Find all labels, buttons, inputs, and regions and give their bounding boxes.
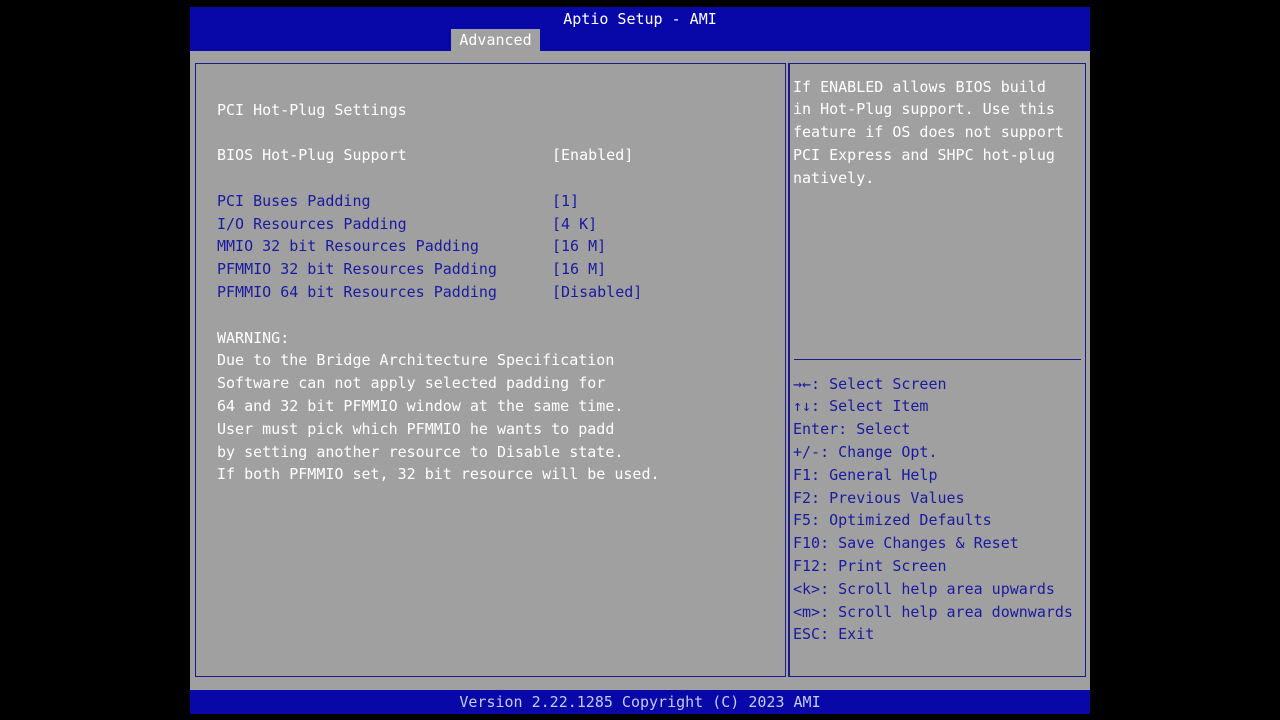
- help-text: PCI Express and SHPC hot-plug: [793, 146, 1055, 164]
- bios-screen: Aptio Setup - AMI Advanced PCI Hot-Plug …: [190, 7, 1090, 714]
- setting-label[interactable]: I/O Resources Padding: [217, 213, 407, 236]
- tab-advanced[interactable]: Advanced: [451, 29, 540, 51]
- key-hint: Enter: Select: [793, 420, 911, 439]
- section-title: PCI Hot-Plug Settings: [217, 100, 407, 119]
- warning-text: WARNING:: [217, 328, 290, 347]
- version-footer: Version 2.22.1285 Copyright (C) 2023 AMI: [190, 690, 1090, 714]
- key-hint: <k>: Scroll help area upwards: [793, 579, 1055, 598]
- setting-value[interactable]: [16 M]: [552, 235, 606, 258]
- help-text: feature if OS does not support: [793, 123, 1064, 142]
- help-text: If ENABLED allows BIOS build: [793, 77, 1046, 96]
- settings-panel: PCI Hot-Plug Settings BIOS Hot-Plug Suppo…: [195, 63, 786, 677]
- setting-value[interactable]: [4 K]: [552, 213, 597, 236]
- setting-label[interactable]: PFMMIO 64 bit Resources Padding: [217, 281, 497, 304]
- warning-text: 64 and 32 bit PFMMIO window at the same …: [217, 397, 624, 415]
- key-hint: ESC: Exit: [793, 625, 875, 644]
- key-hint: F12: Print Screen: [793, 557, 947, 575]
- key-hint: <m>: Scroll help area downwards: [793, 602, 1073, 621]
- setting-value[interactable]: [16 M]: [552, 258, 606, 281]
- setting-label[interactable]: MMIO 32 bit Resources Padding: [217, 235, 479, 258]
- key-hint: F1: General Help: [793, 465, 938, 484]
- title-bar: Aptio Setup - AMI Advanced: [190, 7, 1090, 51]
- help-text: in Hot-Plug support. Use this: [793, 100, 1055, 119]
- help-text: natively.: [793, 168, 875, 187]
- setting-label[interactable]: PCI Buses Padding: [217, 190, 371, 213]
- key-hint: F5: Optimized Defaults: [793, 511, 992, 530]
- key-hint: →←: Select Screen: [793, 374, 947, 393]
- help-divider: [794, 359, 1081, 360]
- key-hint: F2: Previous Values: [793, 488, 965, 507]
- app-title: Aptio Setup - AMI: [563, 10, 717, 28]
- warning-text: If both PFMMIO set, 32 bit resource will…: [217, 465, 660, 484]
- help-panel: If ENABLED allows BIOS build in Hot-Plug …: [788, 63, 1086, 677]
- warning-text: Software can not apply selected padding …: [217, 374, 606, 393]
- setting-value[interactable]: [1]: [552, 190, 579, 213]
- warning-text: User must pick which PFMMIO he wants to …: [217, 419, 615, 438]
- key-hint: ↑↓: Select Item: [793, 397, 929, 416]
- key-hint: +/-: Change Opt.: [793, 443, 938, 461]
- key-hint: F10: Save Changes & Reset: [793, 534, 1019, 553]
- setting-value[interactable]: [Disabled]: [552, 281, 642, 304]
- warning-text: Due to the Bridge Architecture Specifica…: [217, 351, 615, 370]
- warning-text: by setting another resource to Disable s…: [217, 442, 624, 461]
- setting-value[interactable]: [Enabled]: [552, 144, 633, 167]
- setting-label[interactable]: PFMMIO 32 bit Resources Padding: [217, 258, 497, 281]
- setting-label[interactable]: BIOS Hot-Plug Support: [217, 144, 407, 167]
